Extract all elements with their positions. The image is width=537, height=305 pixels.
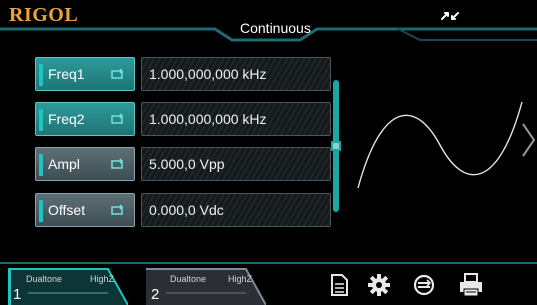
- cycle-icon: [111, 113, 124, 124]
- waveform-preview: [357, 101, 523, 189]
- channel-mode: Dualtone: [26, 274, 63, 284]
- param-label: Offset: [48, 202, 86, 218]
- channel-number: 1: [13, 286, 22, 303]
- param-label: Ampl: [48, 156, 80, 172]
- channel-number: 2: [151, 286, 160, 303]
- channel-impedance: HighZ: [90, 274, 115, 284]
- cycle-icon: [111, 158, 124, 169]
- param-label-button[interactable]: Freq2: [35, 102, 135, 136]
- param-value: 0.000,0 Vdc: [149, 202, 224, 218]
- cycle-icon: [111, 204, 124, 215]
- param-row-offset[interactable]: Offset 0.000,0 Vdc: [35, 193, 333, 227]
- channel-2-tab[interactable]: Dualtone HighZ 2: [146, 263, 266, 305]
- param-label-button[interactable]: Freq1: [35, 57, 135, 91]
- link-sync-icon[interactable]: [438, 4, 462, 28]
- channel-mode: Dualtone: [170, 274, 207, 284]
- param-label-button[interactable]: Ampl: [35, 147, 135, 181]
- printer-icon[interactable]: [458, 272, 484, 298]
- run-mode-label: Continuous: [240, 20, 311, 36]
- selection-indicator: [39, 64, 43, 86]
- tab-frame: [146, 268, 266, 305]
- param-row-freq1[interactable]: Freq1 1.000,000,000 kHz: [35, 57, 333, 91]
- gear-icon[interactable]: [366, 272, 392, 298]
- scroll-grip-icon[interactable]: [331, 141, 341, 151]
- cycle-icon: [111, 68, 124, 79]
- document-icon[interactable]: [326, 272, 352, 298]
- selection-indicator: [39, 200, 43, 222]
- param-value-field[interactable]: 0.000,0 Vdc: [141, 193, 331, 227]
- selection-indicator: [39, 154, 43, 176]
- tab-frame: [8, 268, 128, 305]
- channel-impedance: HighZ: [228, 274, 253, 284]
- param-row-ampl[interactable]: Ampl 5.000,0 Vpp: [35, 147, 333, 181]
- param-value-field[interactable]: 1.000,000,000 kHz: [141, 57, 331, 91]
- param-label-button[interactable]: Offset: [35, 193, 135, 227]
- param-row-freq2[interactable]: Freq2 1.000,000,000 kHz: [35, 102, 333, 136]
- brand-logo: RIGOL: [9, 4, 79, 26]
- chevron-right-icon[interactable]: [520, 120, 537, 160]
- param-value: 1.000,000,000 kHz: [149, 66, 267, 82]
- param-value: 1.000,000,000 kHz: [149, 111, 267, 127]
- param-value: 5.000,0 Vpp: [149, 156, 225, 172]
- param-label: Freq1: [48, 66, 85, 82]
- param-value-field[interactable]: 5.000,0 Vpp: [141, 147, 331, 181]
- param-label: Freq2: [48, 111, 85, 127]
- selection-indicator: [39, 109, 43, 131]
- sync-icon[interactable]: [411, 272, 437, 298]
- channel-1-tab[interactable]: Dualtone HighZ 1: [8, 263, 128, 305]
- param-value-field[interactable]: 1.000,000,000 kHz: [141, 102, 331, 136]
